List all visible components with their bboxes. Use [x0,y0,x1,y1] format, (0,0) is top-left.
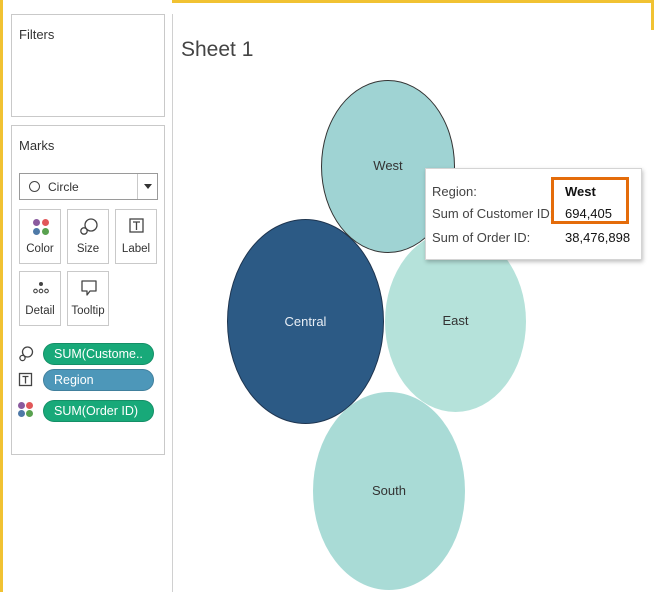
circle-mark-icon [29,181,40,192]
label-field-pill[interactable]: Region [43,369,154,391]
frame-border-top [172,0,654,3]
color-icon [18,402,34,418]
color-icon [33,219,49,235]
tooltip-row-order: Sum of Order ID: 38,476,898 [432,230,635,248]
label-button[interactable]: Label [115,209,157,264]
marks-title: Marks [19,138,55,153]
label-icon [129,218,144,233]
tooltip-icon [81,280,97,296]
tooltip-order-label: Sum of Order ID: [432,230,531,245]
color-field-pill[interactable]: SUM(Order ID) [43,400,154,422]
filters-title: Filters [19,27,55,42]
size-button-label: Size [76,243,100,255]
detail-button[interactable]: Detail [19,271,61,326]
marks-card: Marks Circle Color Size Label Detail Too… [11,125,165,455]
tooltip-region-label: Region: [432,184,477,199]
size-field-pill[interactable]: SUM(Custome.. [43,343,154,365]
label-button-label: Label [121,243,151,255]
detail-button-label: Detail [25,305,55,317]
tooltip-button[interactable]: Tooltip [67,271,109,326]
tooltip-customer-label: Sum of Customer ID: [432,206,554,221]
label-pill-row: Region [18,369,158,391]
mark-type-value: Circle [48,180,79,194]
mark-type-dropdown[interactable]: Circle [19,173,158,200]
label-icon [18,372,33,387]
color-pill-row: SUM(Order ID) [18,400,158,422]
size-icon [19,346,34,362]
sheet-title: Sheet 1 [181,38,254,61]
canvas-divider [172,14,173,592]
tooltip-highlight-box [551,177,629,224]
color-button-label: Color [26,243,54,255]
bubble-south[interactable]: South [313,392,465,590]
bubble-label-south: South [372,483,406,498]
bubble-label-east: East [442,313,469,328]
tooltip-button-label: Tooltip [71,305,105,317]
detail-icon [33,282,49,294]
color-button[interactable]: Color [19,209,61,264]
size-pill-row: SUM(Custome.. [18,343,158,365]
tooltip-order-value: 38,476,898 [565,230,631,245]
frame-border-left [0,0,3,592]
bubble-central[interactable]: Central [227,219,384,424]
size-icon [80,218,98,235]
size-button[interactable]: Size [67,209,109,264]
chevron-down-icon[interactable] [137,174,157,199]
filters-shelf[interactable]: Filters [11,14,165,117]
bubble-label-central: Central [284,314,327,329]
